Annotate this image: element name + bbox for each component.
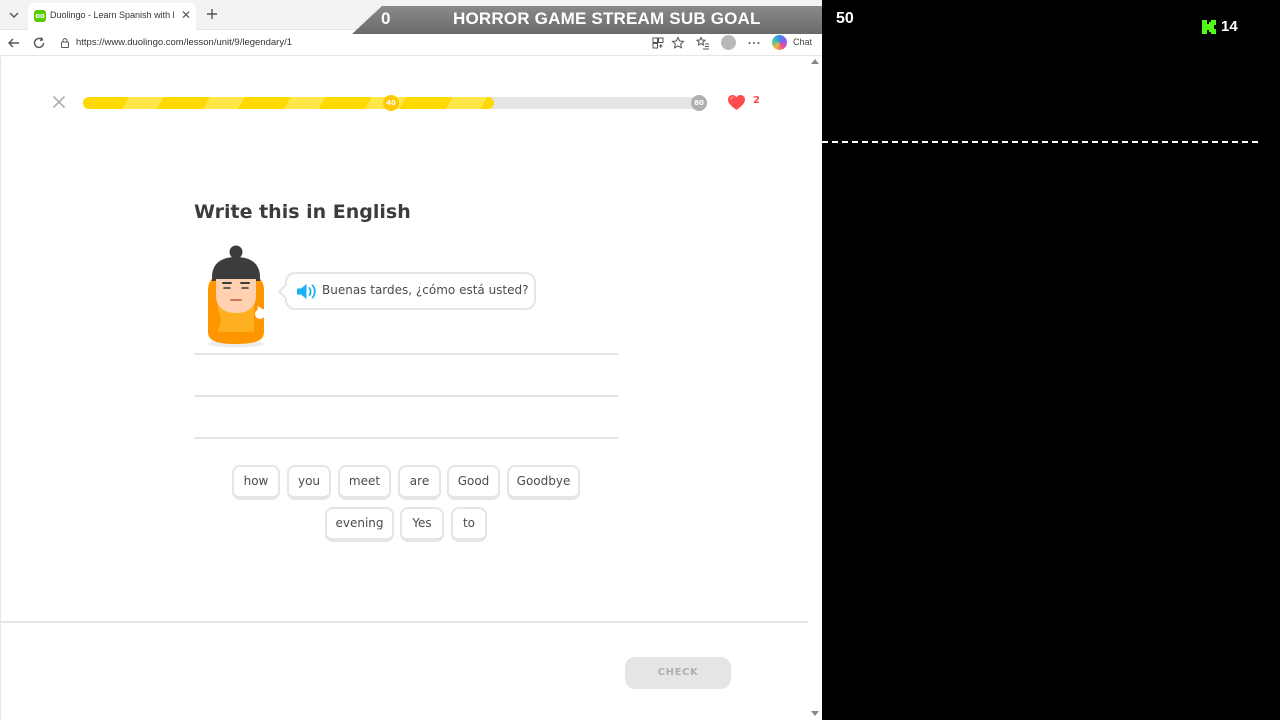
- favorite-star-icon[interactable]: [670, 35, 686, 51]
- url-field[interactable]: https://www.duolingo.com/lesson/unit/9/l…: [54, 33, 670, 53]
- viewer-count: 14: [1221, 18, 1238, 35]
- answer-line-1: [194, 353, 618, 355]
- refresh-icon[interactable]: [31, 35, 47, 51]
- check-button[interactable]: CHECK: [625, 657, 731, 689]
- speech-bubble-tail: [277, 283, 294, 300]
- speech-bubble: Buenas tardes, ¿cómo está usted?: [277, 272, 536, 310]
- tab-title: Duolingo - Learn Spanish with lessons: [50, 10, 175, 20]
- overlay-dashed-divider: [822, 141, 1258, 143]
- tab-close-icon[interactable]: ✕: [180, 8, 192, 22]
- scroll-up-arrow-icon[interactable]: [811, 59, 819, 64]
- scroll-down-arrow-icon[interactable]: [811, 711, 819, 716]
- word-tile[interactable]: Yes: [400, 507, 444, 542]
- copilot-icon: [772, 35, 787, 50]
- back-arrow-icon[interactable]: [6, 35, 22, 51]
- prompt-sentence[interactable]: Buenas tardes, ¿cómo está usted?: [322, 283, 529, 297]
- speaker-audio-icon[interactable]: [296, 283, 318, 300]
- word-tile[interactable]: are: [398, 465, 441, 500]
- app-available-icon[interactable]: [650, 35, 666, 51]
- new-tab-plus-icon[interactable]: [204, 6, 220, 22]
- url-text: https://www.duolingo.com/lesson/unit/9/l…: [76, 37, 292, 48]
- challenge-title: Write this in English: [194, 201, 411, 223]
- word-tile[interactable]: meet: [338, 465, 391, 500]
- word-tile[interactable]: how: [232, 465, 280, 500]
- sub-goal-current: 0: [381, 9, 391, 28]
- answer-line-2: [194, 395, 618, 397]
- heart-icon: [728, 94, 745, 111]
- sub-goal-target: 50: [836, 10, 854, 27]
- page-scrollbar[interactable]: [808, 57, 822, 720]
- duolingo-favicon-icon: oo: [34, 10, 46, 22]
- hearts-count: 2: [753, 95, 760, 106]
- footer-divider: [1, 621, 809, 623]
- sub-goal-title: HORROR GAME STREAM SUB GOAL: [453, 9, 761, 28]
- profile-avatar[interactable]: [721, 35, 736, 50]
- lesson-page: 40 80 2 Write this in English Buenas tar…: [0, 57, 809, 720]
- more-options-icon[interactable]: [746, 35, 762, 51]
- word-tile[interactable]: Goodbye: [507, 465, 580, 500]
- word-tile[interactable]: Good: [447, 465, 500, 500]
- lesson-progress-fill: [83, 97, 494, 109]
- word-tile[interactable]: to: [451, 507, 487, 542]
- tab-list-chevron-down-icon[interactable]: [6, 7, 22, 23]
- progress-milestone-end: 80: [691, 95, 707, 111]
- browser-window: oo Duolingo - Learn Spanish with lessons…: [0, 0, 822, 720]
- quit-lesson-close-icon[interactable]: [51, 94, 67, 110]
- progress-milestone-mid: 40: [383, 95, 399, 111]
- answer-line-3: [194, 437, 618, 439]
- favorites-icon[interactable]: [695, 35, 711, 51]
- word-tile[interactable]: evening: [325, 507, 394, 542]
- kick-logo-icon: [1202, 20, 1216, 34]
- stream-canvas: oo Duolingo - Learn Spanish with lessons…: [0, 0, 1280, 720]
- word-tile[interactable]: you: [287, 465, 331, 500]
- copilot-label: Chat: [793, 37, 813, 47]
- site-info-icon[interactable]: [59, 37, 71, 49]
- lily-character-illustration: [208, 245, 265, 348]
- browser-tab-duolingo[interactable]: oo Duolingo - Learn Spanish with lessons…: [28, 3, 196, 30]
- copilot-chat-button[interactable]: Chat: [772, 35, 816, 51]
